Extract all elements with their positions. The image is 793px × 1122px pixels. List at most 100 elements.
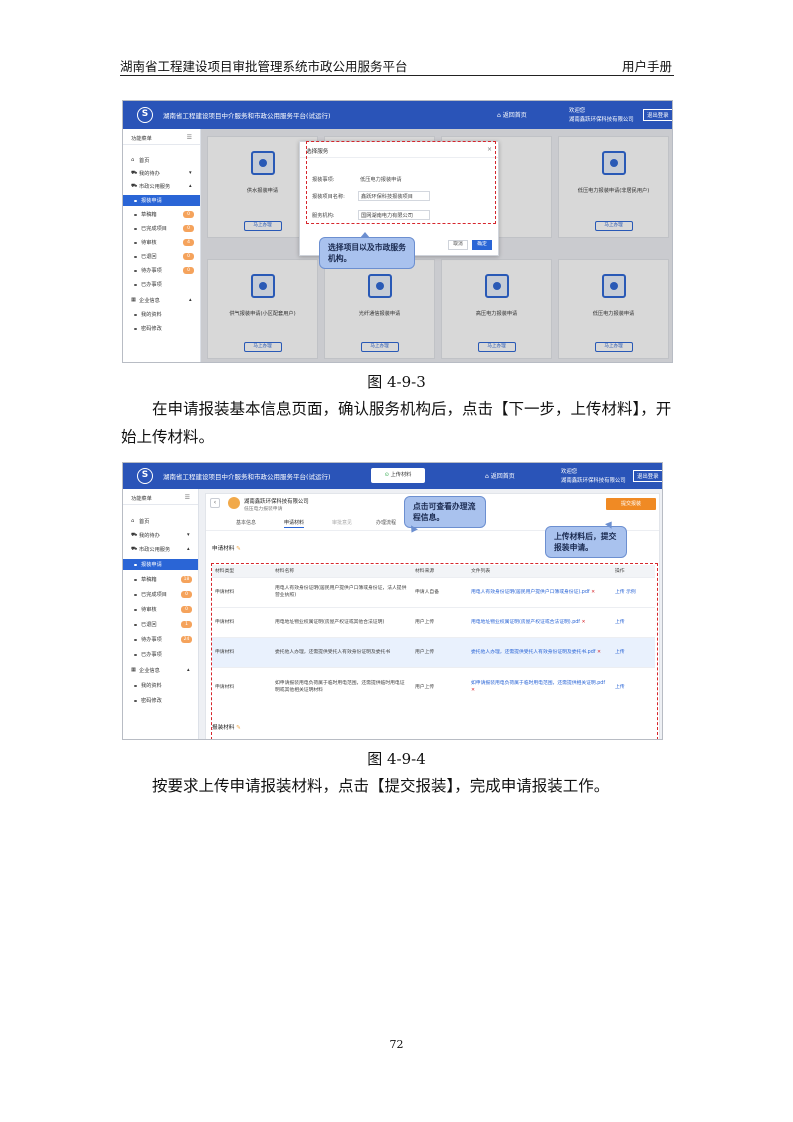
sidebar-item-profile[interactable]: 我的资料 xyxy=(123,309,200,320)
sidebar-item-pending[interactable]: 待审核 4 xyxy=(123,237,200,248)
header-right: 用户手册 xyxy=(621,59,672,74)
platform-logo-icon: S xyxy=(137,468,153,484)
header-title: 湖南省工程建设项目审批管理系统市政公用服务平台 xyxy=(120,59,408,74)
sidebar-menu-header: 功能菜单 ☰ xyxy=(123,133,200,145)
user-greeting: 欢迎您 xyxy=(561,469,578,475)
sidebar-menu: 功能菜单 ☰ ⌂ 首页 ⛟ 我的待办 ▾ ⛟ 市政公用服务 ▴ 报装申请 草稿箱 0 已完成项… xyxy=(123,129,201,362)
sidebar-item-drafts[interactable]: 草稿箱 18 xyxy=(123,574,198,585)
sidebar-item-drafts[interactable]: 草稿箱 0 xyxy=(123,209,200,220)
screenshot-figure-4-9-3: S 湖南省工程建设项目中介服务和市政公用服务平台(试运行) ⌂ 返回首页 欢迎您… xyxy=(122,100,673,363)
application-type: 低压电力报装申请 xyxy=(244,507,283,512)
chevron-up-icon: ▴ xyxy=(189,297,192,303)
highlight-box xyxy=(211,563,658,739)
sidebar-item-pending[interactable]: 待审核 0 xyxy=(123,604,198,615)
drafts-count-badge: 18 xyxy=(181,576,192,583)
sidebar-item-password[interactable]: 密码修改 xyxy=(123,323,200,334)
sidebar-item-my-todo[interactable]: ⛟ 我的待办 ▾ xyxy=(123,168,200,179)
returned-count-badge: 0 xyxy=(183,253,194,260)
back-button[interactable]: ‹ xyxy=(210,498,220,508)
sidebar-item-profile[interactable]: 我的资料 xyxy=(123,680,198,691)
cart-icon: ⛟ xyxy=(131,532,138,538)
building-icon: ▦ xyxy=(131,297,136,303)
modal-cancel-button[interactable]: 取消 xyxy=(448,240,468,250)
returned-count-badge: 1 xyxy=(181,621,192,628)
sidebar-item-municipal[interactable]: ⛟ 市政公用服务 ▴ xyxy=(123,181,200,192)
submit-application-button[interactable]: 提交报装 xyxy=(606,498,656,510)
sidebar-menu: 功能菜单 ☰ ⌂ 首页 ⛟ 我的待办 ▾ ⛟ 市政公用服务 ▴ 报装申请 草稿箱 18 已完成… xyxy=(123,489,199,739)
sidebar-item-password[interactable]: 密码修改 xyxy=(123,695,198,706)
app-topbar: S 湖南省工程建设项目中介服务和市政公用服务平台(试运行) ⌂ 返回首页 欢迎您… xyxy=(123,101,672,129)
drafts-count-badge: 0 xyxy=(183,211,194,218)
home-icon: ⌂ xyxy=(131,157,135,163)
figure-caption: 图 4-9-4 xyxy=(367,750,426,768)
pending-count-badge: 0 xyxy=(181,606,192,613)
tab-materials[interactable]: 申请材料 xyxy=(284,519,305,528)
figure-caption: 图 4-9-3 xyxy=(367,373,426,391)
upload-material-button[interactable]: ⊙ 上传材料 xyxy=(371,468,425,483)
sidebar-item-completed[interactable]: 已完成项目 0 xyxy=(123,223,200,234)
menu-collapse-icon[interactable]: ☰ xyxy=(185,494,190,501)
chevron-left-icon: ‹ xyxy=(213,499,217,506)
chevron-down-icon: ▾ xyxy=(187,532,190,538)
completed-count-badge: 0 xyxy=(183,225,194,232)
tab-process[interactable]: 办理流程 xyxy=(376,519,396,526)
logout-button[interactable]: 退出登录 xyxy=(633,470,662,482)
body-paragraph: 按要求上传申请报装材料，点击【提交报装】，完成申请报装工作。 xyxy=(152,777,610,795)
pending-count-badge: 4 xyxy=(183,239,194,246)
chevron-up-icon: ▴ xyxy=(189,183,192,189)
sidebar-item-apply[interactable]: 报装申请 xyxy=(123,559,198,570)
sidebar-menu-header: 功能菜单 ☰ xyxy=(123,493,198,505)
modal-ok-button[interactable]: 确定 xyxy=(472,240,492,250)
home-nav-link[interactable]: ⌂ 返回首页 xyxy=(485,471,515,480)
home-icon: ⌂ xyxy=(131,518,135,524)
page-header: 湖南省工程建设项目审批管理系统市政公用服务平台 用户手册 xyxy=(120,54,674,76)
highlight-box xyxy=(306,141,496,224)
section-title-materials: 申请材料 ✎ xyxy=(212,546,241,552)
chevron-down-icon: ▾ xyxy=(189,170,192,176)
app-title: 湖南省工程建设项目中介服务和市政公用服务平台(试运行) xyxy=(163,112,331,120)
todo-count-badge: 24 xyxy=(181,636,192,643)
sidebar-item-done[interactable]: 已办事项 xyxy=(123,649,198,660)
completed-count-badge: 0 xyxy=(181,591,192,598)
sidebar-item-todo[interactable]: 待办事项 24 xyxy=(123,634,198,645)
sidebar-item-apply[interactable]: 报装申请 xyxy=(123,195,200,206)
sidebar-item-returned[interactable]: 已退回 1 xyxy=(123,619,198,630)
home-nav-link[interactable]: ⌂ 返回首页 xyxy=(497,110,527,119)
sidebar-item-municipal[interactable]: ⛟ 市政公用服务 ▴ xyxy=(123,544,198,555)
tab-basic-info[interactable]: 基本信息 xyxy=(236,519,256,526)
sidebar-item-done[interactable]: 已办事项 xyxy=(123,279,200,290)
todo-count-badge: 0 xyxy=(183,267,194,274)
tip-callout: 选择项目以及市政服务机构。 xyxy=(319,232,415,269)
sidebar-item-home[interactable]: ⌂ 首页 xyxy=(123,516,198,527)
sidebar-item-todo[interactable]: 待办事项 0 xyxy=(123,265,200,276)
building-icon: ▦ xyxy=(131,667,136,673)
company-name: 湖南鑫跃环保科技有限公司 xyxy=(244,499,309,505)
user-org: 湖南鑫跃环保科技有限公司 xyxy=(561,478,626,484)
tip-callout-flow: 点击可查看办理流程信息。 xyxy=(404,496,486,528)
user-greeting: 欢迎您 xyxy=(569,108,586,114)
company-avatar-icon xyxy=(228,497,240,509)
body-paragraph: 在申请报装基本信息页面，确认服务机构后，点击【下一步，上传材料】，开始上传材料。 xyxy=(121,400,672,446)
sidebar-item-completed[interactable]: 已完成项目 0 xyxy=(123,589,198,600)
cart-icon: ⛟ xyxy=(131,183,138,189)
sidebar-item-my-todo[interactable]: ⛟ 我的待办 ▾ xyxy=(123,530,198,541)
user-org: 湖南鑫跃环保科技有限公司 xyxy=(569,117,634,123)
tip-callout-upload: 上传材料后，提交报装申请。 xyxy=(545,526,627,558)
page-number: 72 xyxy=(389,1038,404,1051)
platform-logo-icon: S xyxy=(137,107,153,123)
cart-icon: ⛟ xyxy=(131,170,138,176)
screenshot-figure-4-9-4: S 湖南省工程建设项目中介服务和市政公用服务平台(试运行) ⊙ 上传材料 ⌂ 返… xyxy=(122,462,663,740)
sidebar-item-home[interactable]: ⌂ 首页 xyxy=(123,155,200,166)
tab-approval[interactable]: 审批意见 xyxy=(332,519,352,526)
sidebar-item-company[interactable]: ▦ 企业信息 ▴ xyxy=(123,665,198,676)
logout-button[interactable]: 退出登录 xyxy=(643,109,672,121)
menu-collapse-icon[interactable]: ☰ xyxy=(187,134,192,141)
edit-icon: ✎ xyxy=(236,546,241,552)
app-topbar: S 湖南省工程建设项目中介服务和市政公用服务平台(试运行) ⊙ 上传材料 ⌂ 返… xyxy=(123,463,662,489)
chevron-up-icon: ▴ xyxy=(187,667,190,673)
app-title: 湖南省工程建设项目中介服务和市政公用服务平台(试运行) xyxy=(163,473,331,481)
cart-icon: ⛟ xyxy=(131,546,138,552)
sidebar-item-returned[interactable]: 已退回 0 xyxy=(123,251,200,262)
sidebar-item-company[interactable]: ▦ 企业信息 ▴ xyxy=(123,295,200,306)
chevron-up-icon: ▴ xyxy=(187,546,190,552)
